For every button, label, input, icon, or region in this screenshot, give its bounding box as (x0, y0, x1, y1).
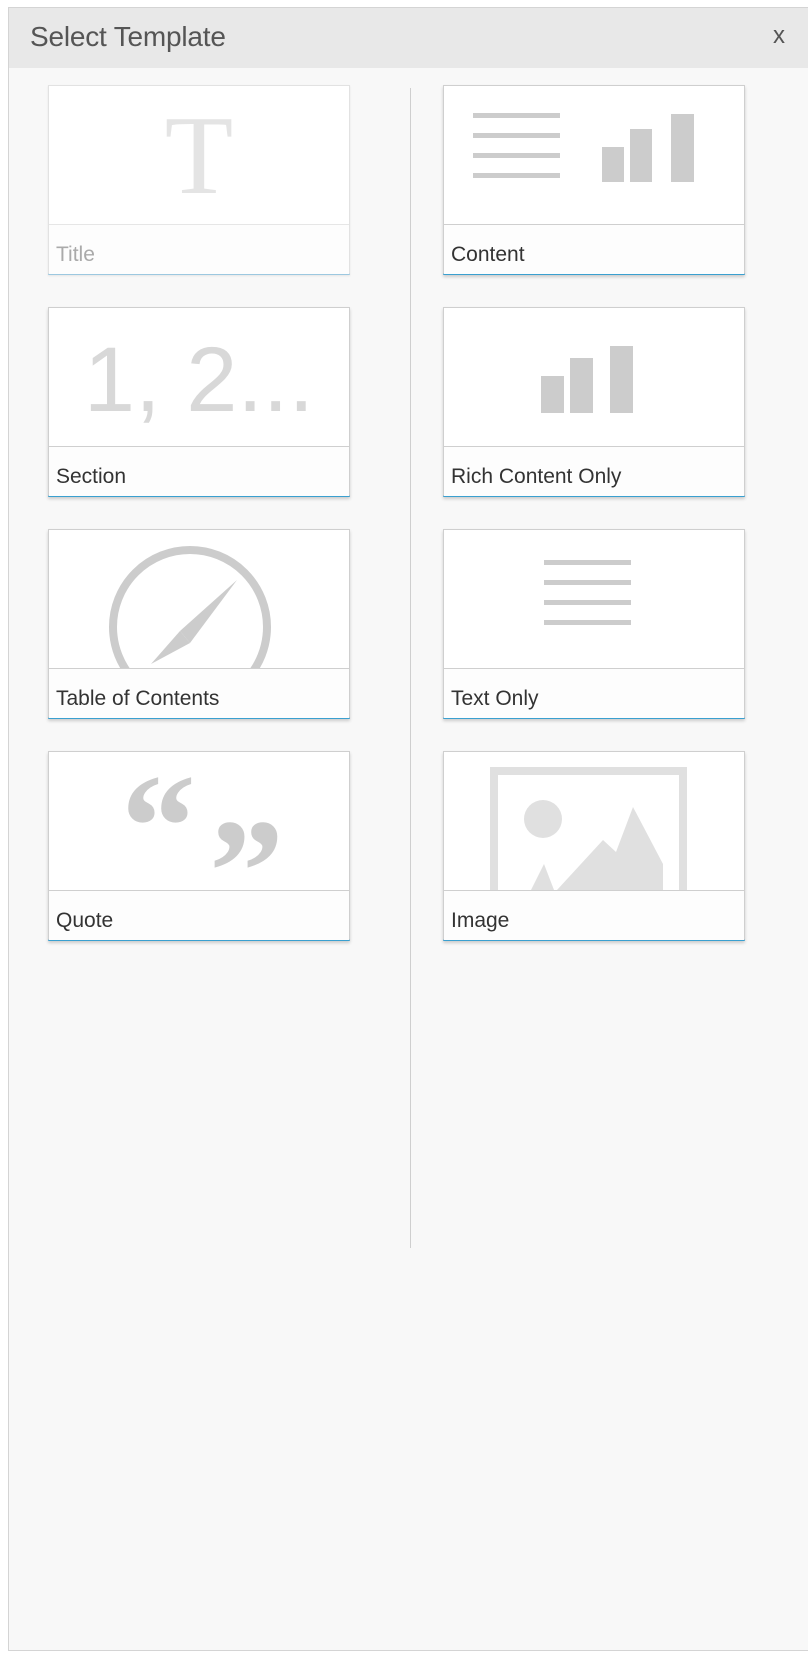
dialog-title: Select Template (30, 21, 226, 52)
image-placeholder-icon (444, 752, 744, 890)
template-label: Rich Content Only (451, 465, 622, 488)
template-card-section[interactable]: 1, 2... Section (48, 307, 350, 497)
serif-t-icon: T (49, 86, 349, 224)
text-and-chart-icon (444, 86, 744, 224)
numbering-glyph: 1, 2... (84, 329, 314, 431)
serif-t-glyph: T (165, 94, 233, 218)
template-card-image[interactable]: Image (443, 751, 745, 941)
template-label: Content (451, 243, 525, 266)
template-card-text-only[interactable]: Text Only (443, 529, 745, 719)
close-quote-glyph: ” (209, 789, 284, 890)
bar-chart-icon (444, 308, 744, 446)
template-label: Image (451, 909, 510, 932)
template-card-title[interactable]: T Title (48, 85, 350, 275)
dialog-header: Select Template x (9, 8, 808, 68)
template-card-table-of-contents[interactable]: Table of Contents (48, 529, 350, 719)
template-label: Table of Contents (56, 687, 220, 710)
close-button[interactable]: x (773, 22, 785, 50)
template-label: Section (56, 465, 127, 488)
quote-marks-icon: “ ” (49, 752, 349, 890)
template-label: Quote (56, 909, 114, 932)
compass-icon (49, 530, 349, 668)
template-label: Title (56, 243, 95, 266)
template-label: Text Only (451, 687, 539, 710)
column-divider (410, 88, 411, 1248)
template-card-quote[interactable]: “ ” Quote (48, 751, 350, 941)
select-template-dialog: Select Template x T Title Content 1, 2..… (8, 7, 808, 1651)
numbering-icon: 1, 2... (49, 308, 349, 446)
template-card-rich-content-only[interactable]: Rich Content Only (443, 307, 745, 497)
open-quote-glyph: “ (121, 752, 196, 890)
text-lines-icon (444, 530, 744, 668)
template-card-content[interactable]: Content (443, 85, 745, 275)
